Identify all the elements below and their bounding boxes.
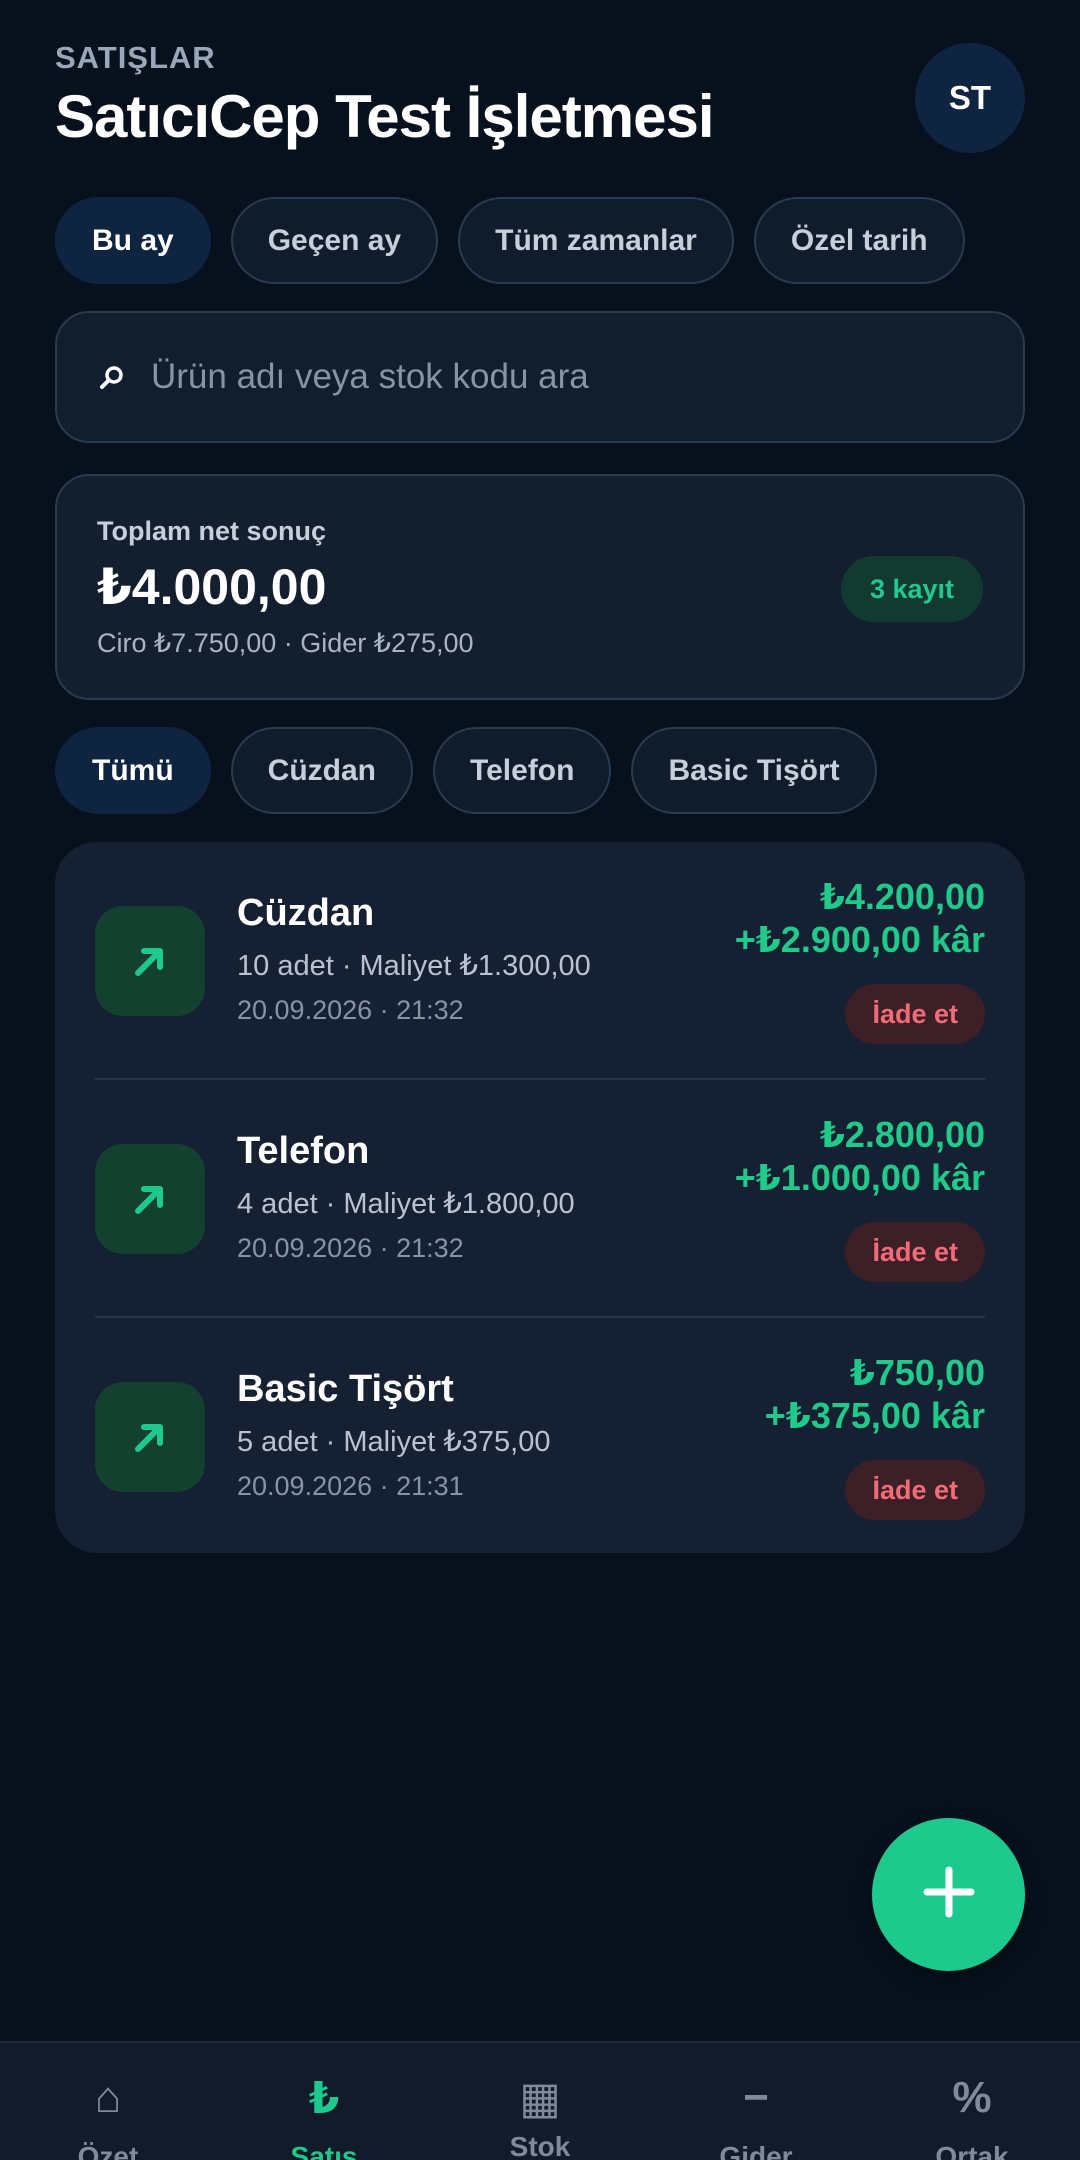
sale-amount: ₺2.800,00 [819, 1114, 985, 1155]
record-count-badge: 3 kayıt [840, 556, 983, 622]
bottom-tab-bar: ⌂ Özet ₺ Satış ▦ Stok − Gider % Ortak [0, 2041, 1080, 2160]
avatar[interactable]: ST [915, 43, 1025, 153]
sale-profit: +₺2.900,00 kâr [734, 919, 985, 960]
sale-amount: ₺4.200,00 [819, 876, 985, 917]
date-filter-bar: Bu ay Geçen ay Tüm zamanlar Özel tarih [55, 197, 965, 284]
category-filter-basic-tisort[interactable]: Basic Tişört [631, 727, 877, 814]
sale-date: 20.09.2026 · 21:31 [237, 1471, 464, 1501]
list-item[interactable]: Cüzdan 10 adet · Maliyet ₺1.300,00 20.09… [95, 842, 985, 1080]
lira-icon: ₺ [308, 2073, 340, 2123]
tab-label: Gider [719, 2141, 793, 2160]
summary-label: Toplam net sonuç [97, 516, 327, 546]
date-filter-custom[interactable]: Özel tarih [753, 197, 965, 284]
home-icon: ⌂ [94, 2073, 122, 2122]
page-title: SatıcıCep Test İşletmesi [55, 83, 714, 150]
sale-product-name: Basic Tişört [237, 1368, 454, 1410]
sale-date: 20.09.2026 · 21:32 [237, 995, 464, 1025]
category-filter-telefon[interactable]: Telefon [432, 727, 612, 814]
summary-breakdown: Ciro ₺7.750,00 · Gider ₺275,00 [97, 628, 474, 658]
search-box[interactable] [55, 311, 1025, 443]
arrow-up-right-icon [95, 906, 205, 1016]
category-filter-bar: Tümü Cüzdan Telefon Basic Tişört [55, 727, 877, 814]
section-eyebrow: SATIŞLAR [55, 40, 216, 75]
refund-button[interactable]: İade et [845, 1460, 985, 1520]
sale-meta: 4 adet · Maliyet ₺1.800,00 [237, 1188, 575, 1220]
tab-stok[interactable]: ▦ Stok [432, 2043, 648, 2160]
sale-meta: 5 adet · Maliyet ₺375,00 [237, 1426, 551, 1458]
percent-icon: % [952, 2073, 992, 2122]
sales-list: Cüzdan 10 adet · Maliyet ₺1.300,00 20.09… [55, 842, 1025, 1553]
grid-icon: ▦ [519, 2073, 561, 2123]
tab-label: Stok [509, 2131, 571, 2160]
list-item[interactable]: Basic Tişört 5 adet · Maliyet ₺375,00 20… [95, 1318, 985, 1556]
arrow-up-right-icon [95, 1144, 205, 1254]
summary-card: Toplam net sonuç ₺4.000,00 Ciro ₺7.750,0… [55, 474, 1025, 700]
tab-label: Ortak [935, 2141, 1009, 2160]
add-sale-button[interactable] [872, 1818, 1025, 1971]
sale-amount: ₺750,00 [849, 1352, 985, 1393]
arrow-up-right-icon [95, 1382, 205, 1492]
category-filter-all[interactable]: Tümü [55, 727, 211, 814]
sale-date: 20.09.2026 · 21:32 [237, 1233, 464, 1263]
sale-meta: 10 adet · Maliyet ₺1.300,00 [237, 950, 591, 982]
refund-button[interactable]: İade et [845, 1222, 985, 1282]
summary-total: ₺4.000,00 [97, 559, 327, 615]
date-filter-all-time[interactable]: Tüm zamanlar [458, 197, 734, 284]
search-input[interactable] [151, 357, 971, 397]
plus-icon [921, 1864, 977, 1925]
refund-button[interactable]: İade et [845, 984, 985, 1044]
minus-icon: − [743, 2073, 769, 2122]
sale-product-name: Cüzdan [237, 892, 375, 934]
tab-ortak[interactable]: % Ortak [864, 2043, 1080, 2160]
tab-gider[interactable]: − Gider [648, 2043, 864, 2160]
search-icon [97, 362, 127, 392]
category-filter-cuzdan[interactable]: Cüzdan [230, 727, 413, 814]
tab-ozet[interactable]: ⌂ Özet [0, 2043, 216, 2160]
date-filter-last-month[interactable]: Geçen ay [230, 197, 439, 284]
tab-label: Satış [290, 2141, 358, 2160]
tab-label: Özet [77, 2141, 139, 2160]
tab-satis[interactable]: ₺ Satış [216, 2043, 432, 2160]
sale-profit: +₺375,00 kâr [764, 1395, 985, 1436]
page-header: SATIŞLAR SatıcıCep Test İşletmesi ST [55, 40, 1025, 160]
sale-product-name: Telefon [237, 1130, 370, 1172]
sale-profit: +₺1.000,00 kâr [734, 1157, 985, 1198]
list-item[interactable]: Telefon 4 adet · Maliyet ₺1.800,00 20.09… [95, 1080, 985, 1318]
date-filter-this-month[interactable]: Bu ay [55, 197, 211, 284]
